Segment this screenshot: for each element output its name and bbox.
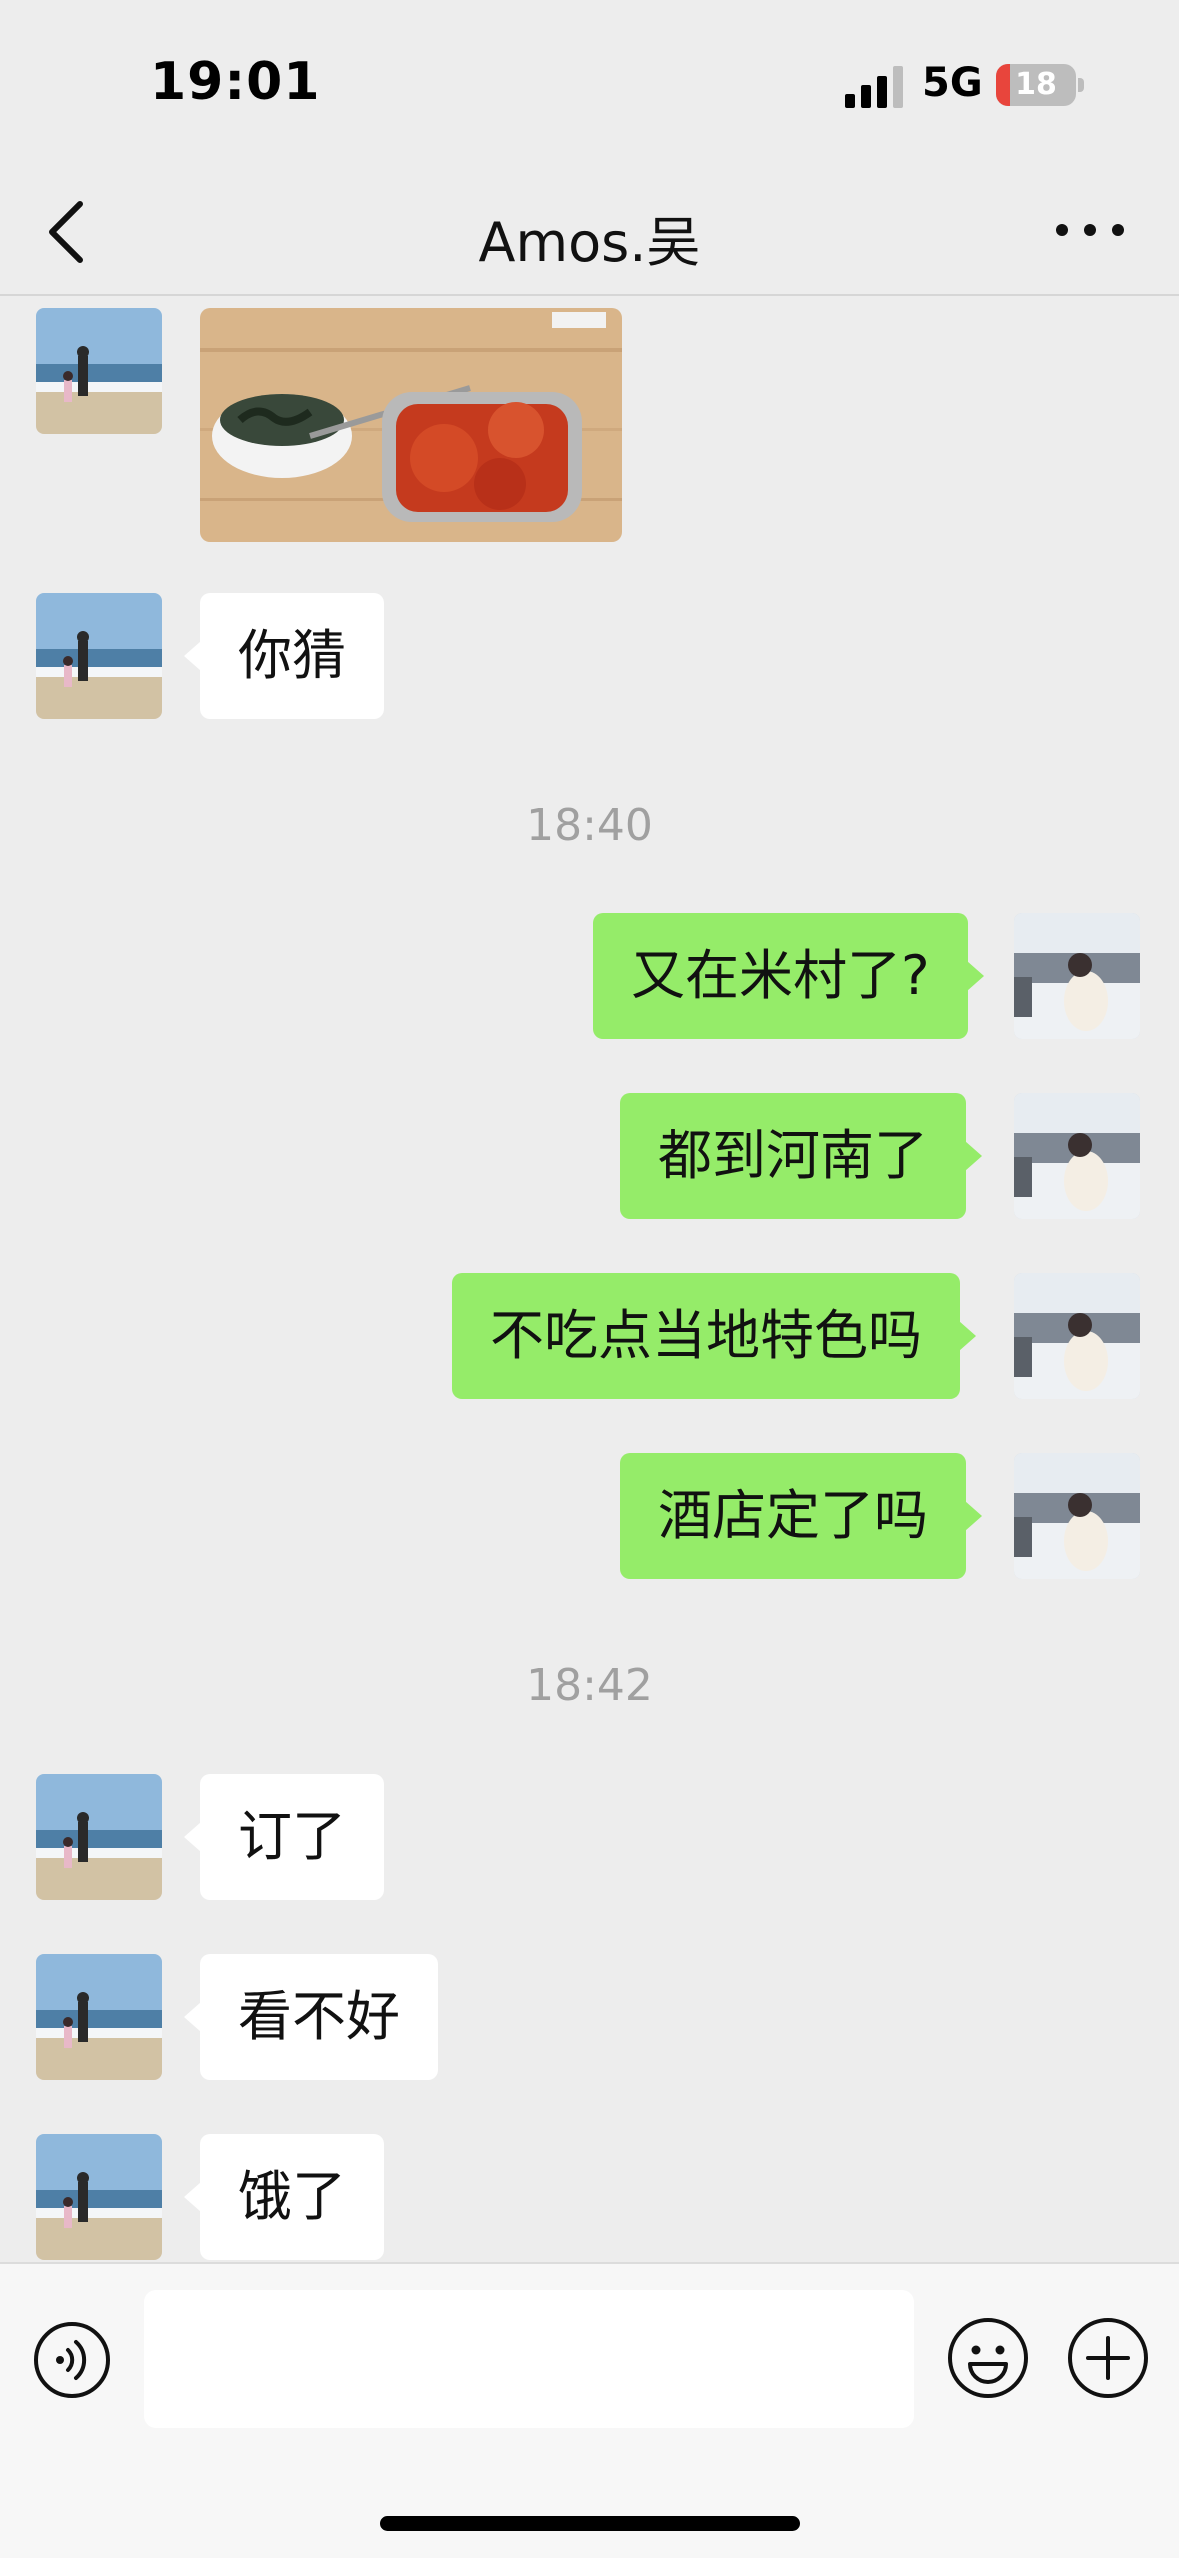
contact-avatar[interactable] xyxy=(36,1954,162,2080)
input-bar xyxy=(0,2262,1179,2558)
home-indicator[interactable] xyxy=(380,2516,800,2531)
incoming-message[interactable]: 你猜 xyxy=(184,593,384,719)
image-message[interactable] xyxy=(200,308,622,542)
outgoing-message[interactable]: 酒店定了吗 xyxy=(620,1453,982,1579)
plus-icon[interactable] xyxy=(1066,2316,1150,2400)
battery-level: 18 xyxy=(1015,67,1057,102)
incoming-message[interactable]: 看不好 xyxy=(184,1954,438,2080)
voice-icon[interactable] xyxy=(32,2320,112,2400)
my-avatar[interactable] xyxy=(1014,913,1140,1039)
timestamp: 18:42 xyxy=(526,1660,653,1711)
my-avatar[interactable] xyxy=(1014,1453,1140,1579)
contact-avatar[interactable] xyxy=(36,2134,162,2260)
incoming-message[interactable]: 饿了 xyxy=(184,2134,384,2260)
message-list[interactable]: 你猜 18:40 又在米村了? 都到河南了 不吃点当地特色吗 酒店定了吗 18:… xyxy=(0,296,1179,2262)
outgoing-message[interactable]: 都到河南了 xyxy=(620,1093,982,1219)
battery-icon: 18 xyxy=(996,64,1076,106)
signal-icon xyxy=(845,66,903,108)
emoji-icon[interactable] xyxy=(946,2316,1030,2400)
outgoing-message[interactable]: 不吃点当地特色吗 xyxy=(452,1273,976,1399)
contact-avatar[interactable] xyxy=(36,1774,162,1900)
my-avatar[interactable] xyxy=(1014,1093,1140,1219)
network-type: 5G xyxy=(922,60,983,106)
more-icon[interactable] xyxy=(1050,210,1130,250)
status-bar: 19:01 5G 18 xyxy=(0,0,1179,170)
battery-cap xyxy=(1078,78,1084,92)
incoming-message[interactable]: 订了 xyxy=(184,1774,384,1900)
contact-avatar[interactable] xyxy=(36,308,162,434)
chat-header: Amos.吴 xyxy=(0,170,1179,296)
my-avatar[interactable] xyxy=(1014,1273,1140,1399)
contact-avatar[interactable] xyxy=(36,593,162,719)
chat-title: Amos.吴 xyxy=(478,211,701,274)
status-time: 19:01 xyxy=(150,52,321,112)
timestamp: 18:40 xyxy=(526,800,653,851)
outgoing-message[interactable]: 又在米村了? xyxy=(593,913,984,1039)
message-input[interactable] xyxy=(144,2290,914,2428)
